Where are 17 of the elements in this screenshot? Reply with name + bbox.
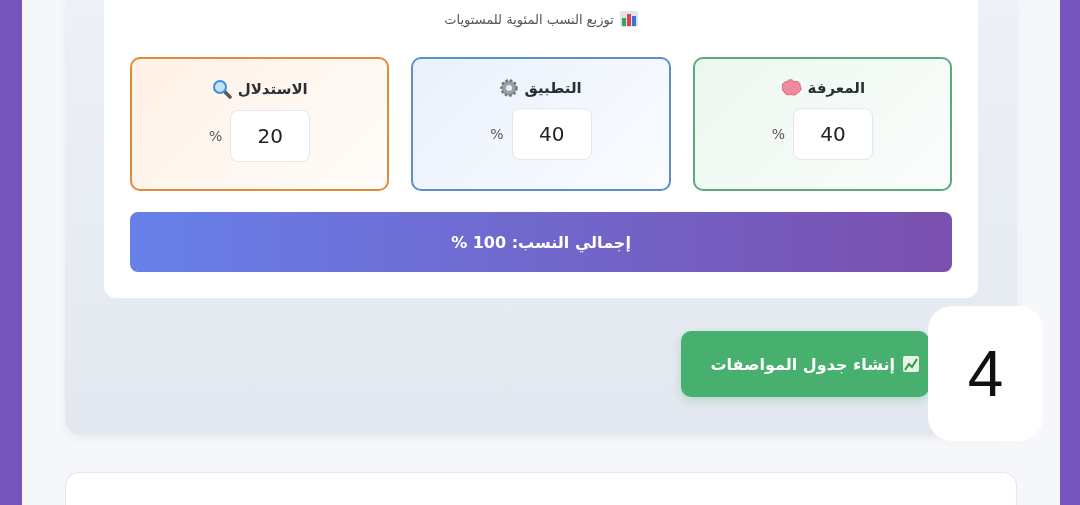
section-title: توزيع النسب المئوية للمستويات bbox=[444, 11, 614, 27]
percent-sign: % bbox=[771, 126, 785, 142]
percent-input[interactable]: 40 bbox=[793, 108, 873, 160]
step-number: 4 bbox=[928, 306, 1043, 441]
bar-chart-icon bbox=[619, 11, 638, 27]
level-label: الاستدلال bbox=[237, 80, 308, 98]
level-label: التطبيق bbox=[524, 79, 582, 97]
level-label: المعرفة bbox=[807, 79, 866, 97]
chart-icon bbox=[903, 356, 919, 372]
magnifier-icon bbox=[211, 79, 232, 99]
brain-icon bbox=[779, 79, 802, 97]
percent-input[interactable]: 40 bbox=[511, 108, 592, 160]
gear-icon bbox=[500, 79, 519, 97]
percent-sign: % bbox=[490, 126, 504, 142]
percent-sign: % bbox=[209, 128, 223, 144]
percent-input[interactable]: 20 bbox=[230, 110, 311, 162]
total-bar: إجمالي النسب: 100 % bbox=[130, 212, 952, 272]
